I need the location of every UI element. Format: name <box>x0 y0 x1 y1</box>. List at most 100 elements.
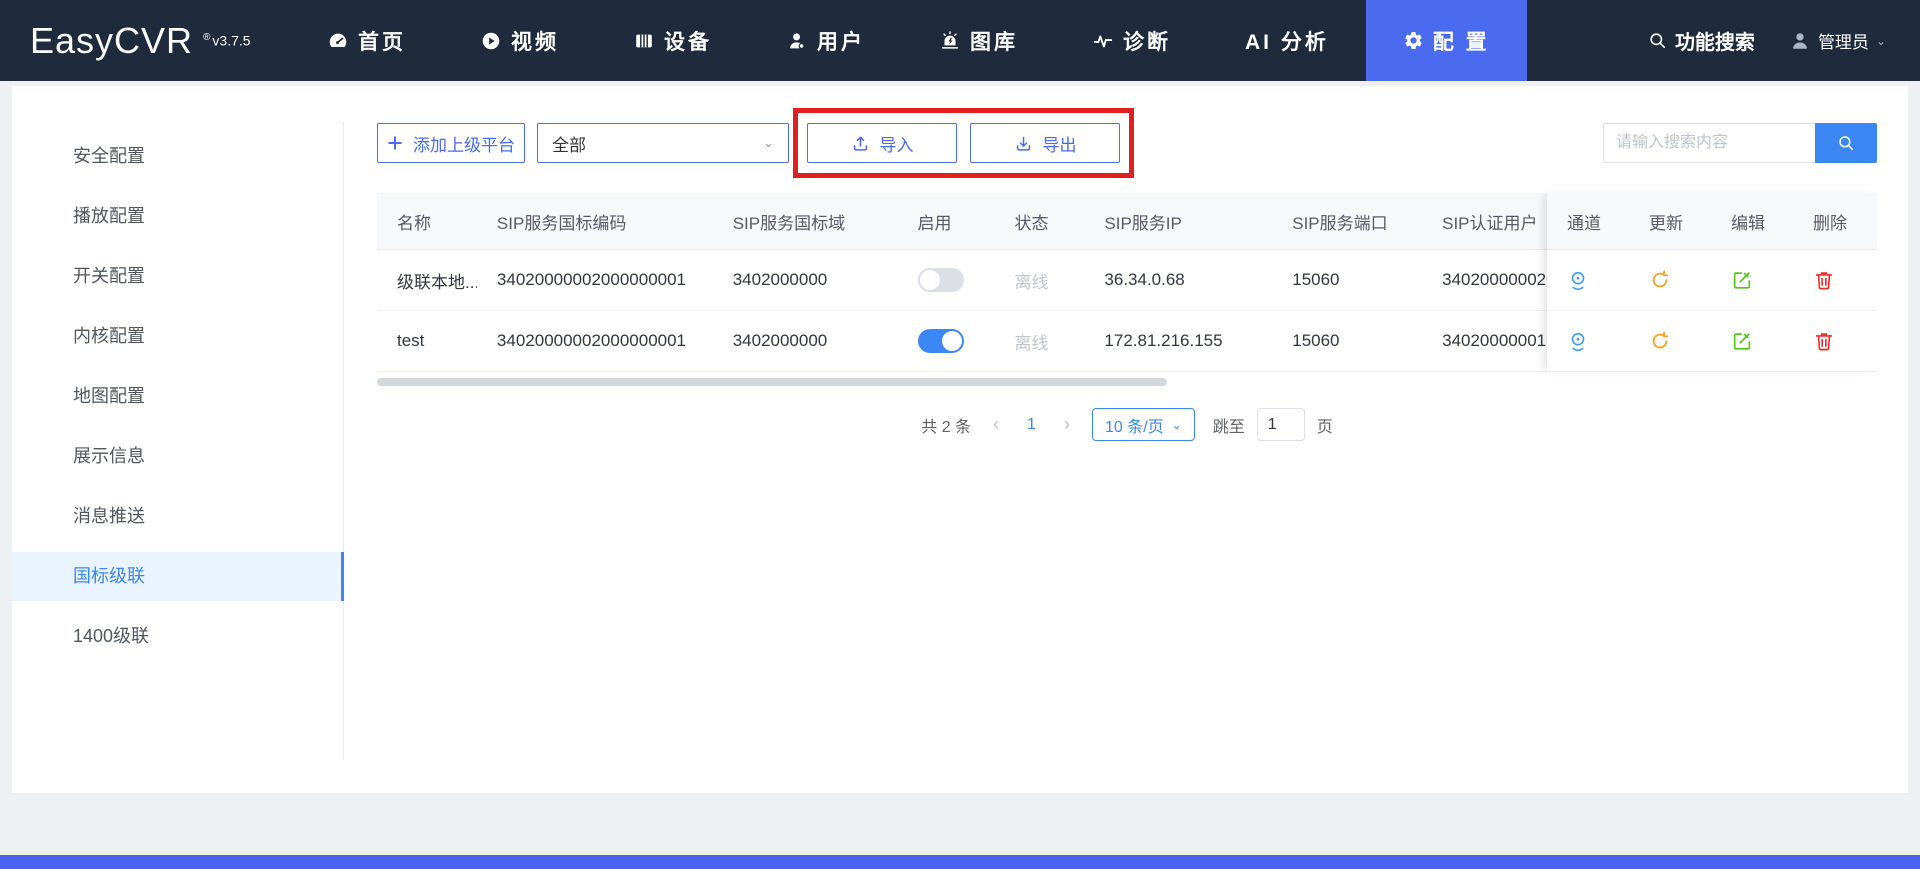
table-header-row: 通道 更新 编辑 删除 <box>1547 193 1877 250</box>
app-version: ®v3.7.5 <box>203 32 251 49</box>
nav-item-config[interactable]: 配 置 <box>1366 0 1527 81</box>
cell-sip-domain: 3402000000 <box>713 270 898 290</box>
toolbar: 添加上级平台 全部 ⌄ 导入 导出 <box>377 123 1877 163</box>
table-row: test 34020000002000000001 3402000000 离线 … <box>377 311 1547 372</box>
sidebar-item-switch[interactable]: 开关配置 <box>12 252 344 301</box>
nav-menu: 首页 视频 设备 用户 图库 诊断 AI 分析 配 置 <box>290 0 1648 81</box>
cell-sip-auth-user: 34020000002000000001 <box>1422 270 1547 290</box>
import-button[interactable]: 导入 <box>807 123 957 163</box>
gear-icon <box>1403 30 1424 51</box>
nav-item-user[interactable]: 用户 <box>749 0 902 81</box>
function-search[interactable]: 功能搜索 <box>1648 26 1755 55</box>
play-icon <box>480 30 502 52</box>
filter-select[interactable]: 全部 ⌄ <box>537 123 789 163</box>
table-search <box>1603 123 1877 163</box>
sidebar-item-security[interactable]: 安全配置 <box>12 132 344 181</box>
horizontal-scrollbar[interactable] <box>377 378 1877 386</box>
cell-enable <box>898 329 995 353</box>
search-icon <box>1837 134 1855 152</box>
toggle-knob <box>942 331 962 351</box>
search-icon <box>1648 31 1667 50</box>
chevron-down-icon: ⌄ <box>1172 418 1182 432</box>
export-button[interactable]: 导出 <box>970 123 1120 163</box>
next-page-button[interactable]: › <box>1060 414 1074 435</box>
sidebar-item-1400-cascade[interactable]: 1400级联 <box>12 612 344 661</box>
search-button[interactable] <box>1815 123 1877 163</box>
cell-sip-auth-user: 3402000000132 <box>1422 331 1547 351</box>
cell-enable <box>898 268 995 292</box>
col-sip-code: SIP服务国标编码 <box>477 209 713 234</box>
refresh-icon[interactable] <box>1649 330 1671 352</box>
webcam-icon[interactable] <box>1567 330 1589 352</box>
page-unit-label: 页 <box>1317 413 1333 437</box>
enable-toggle[interactable] <box>918 268 964 292</box>
cell-sip-code: 34020000002000000001 <box>477 270 713 290</box>
page-jump: 跳至 页 <box>1213 408 1333 441</box>
webcam-icon[interactable] <box>1567 269 1589 291</box>
search-input[interactable] <box>1603 123 1815 163</box>
dashboard-icon <box>327 30 349 52</box>
col-sip-domain: SIP服务国标域 <box>713 209 898 234</box>
table-fixed-actions: 通道 更新 编辑 删除 <box>1547 193 1877 372</box>
jump-label: 跳至 <box>1213 413 1245 437</box>
sidebar-item-display[interactable]: 展示信息 <box>12 432 344 481</box>
cell-sip-domain: 3402000000 <box>713 331 898 351</box>
page-size-select[interactable]: 10 条/页 ⌄ <box>1092 408 1195 441</box>
nav-item-gallery[interactable]: 图库 <box>902 0 1055 81</box>
col-status: 状态 <box>994 209 1084 234</box>
cell-sip-ip: 172.81.216.155 <box>1084 331 1272 351</box>
platform-table: 名称 SIP服务国标编码 SIP服务国标域 启用 状态 SIP服务IP SIP服… <box>377 193 1877 372</box>
prev-page-button[interactable]: ‹ <box>989 414 1003 435</box>
table-header-row: 名称 SIP服务国标编码 SIP服务国标域 启用 状态 SIP服务IP SIP服… <box>377 193 1547 250</box>
col-edit: 编辑 <box>1711 209 1793 234</box>
col-sip-port: SIP服务端口 <box>1272 209 1422 234</box>
footer-strip <box>0 855 1920 869</box>
total-count: 共 2 条 <box>921 413 971 437</box>
sidebar-item-map[interactable]: 地图配置 <box>12 372 344 421</box>
sidebar-item-gb-cascade[interactable]: 国标级联 <box>12 552 344 601</box>
refresh-icon[interactable] <box>1649 269 1671 291</box>
table-row-actions <box>1547 250 1877 311</box>
device-icon <box>633 30 655 52</box>
col-enable: 启用 <box>898 209 995 234</box>
scrollbar-thumb[interactable] <box>377 378 1167 386</box>
nav-item-diagnosis[interactable]: 诊断 <box>1055 0 1208 81</box>
pagination: 共 2 条 ‹ 1 › 10 条/页 ⌄ 跳至 页 <box>377 408 1877 441</box>
admin-avatar-icon <box>1789 30 1811 52</box>
chevron-down-icon: ⌄ <box>1876 34 1886 48</box>
cell-status: 离线 <box>994 329 1084 354</box>
nav-item-device[interactable]: 设备 <box>596 0 749 81</box>
table-scroll-area: 名称 SIP服务国标编码 SIP服务国标域 启用 状态 SIP服务IP SIP服… <box>377 193 1547 372</box>
trash-icon[interactable] <box>1813 269 1835 291</box>
admin-menu[interactable]: 管理员 ⌄ <box>1789 28 1886 53</box>
pulse-icon <box>1092 30 1114 52</box>
add-platform-button[interactable]: 添加上级平台 <box>377 123 525 163</box>
trash-icon[interactable] <box>1813 330 1835 352</box>
enable-toggle[interactable] <box>918 329 964 353</box>
edit-icon[interactable] <box>1731 330 1753 352</box>
top-nav: EasyCVR ®v3.7.5 首页 视频 设备 用户 图库 诊断 AI 分析 <box>0 0 1920 81</box>
sidebar-item-playback[interactable]: 播放配置 <box>12 192 344 241</box>
cell-name: test <box>377 331 477 351</box>
col-name: 名称 <box>377 209 477 234</box>
cell-sip-port: 15060 <box>1272 270 1422 290</box>
sidebar-item-kernel[interactable]: 内核配置 <box>12 312 344 361</box>
nav-item-ai[interactable]: AI 分析 <box>1208 0 1366 81</box>
chevron-down-icon: ⌄ <box>763 135 774 151</box>
download-icon <box>1014 134 1033 153</box>
brand: EasyCVR ®v3.7.5 <box>0 0 290 81</box>
main-content: 添加上级平台 全部 ⌄ 导入 导出 <box>344 86 1908 793</box>
sidebar-item-message-push[interactable]: 消息推送 <box>12 492 344 541</box>
cell-sip-port: 15060 <box>1272 331 1422 351</box>
nav-item-video[interactable]: 视频 <box>443 0 596 81</box>
app-logo: EasyCVR <box>30 20 193 62</box>
page-number[interactable]: 1 <box>1021 416 1042 434</box>
jump-page-input[interactable] <box>1257 408 1305 441</box>
annotation-red-box: 导入 导出 <box>793 108 1134 178</box>
nav-item-home[interactable]: 首页 <box>290 0 443 81</box>
upload-icon <box>851 134 870 153</box>
edit-icon[interactable] <box>1731 269 1753 291</box>
content-panel: 安全配置 播放配置 开关配置 内核配置 地图配置 展示信息 消息推送 国标级联 … <box>12 86 1908 793</box>
table-row-actions <box>1547 311 1877 372</box>
cell-sip-code: 34020000002000000001 <box>477 331 713 351</box>
